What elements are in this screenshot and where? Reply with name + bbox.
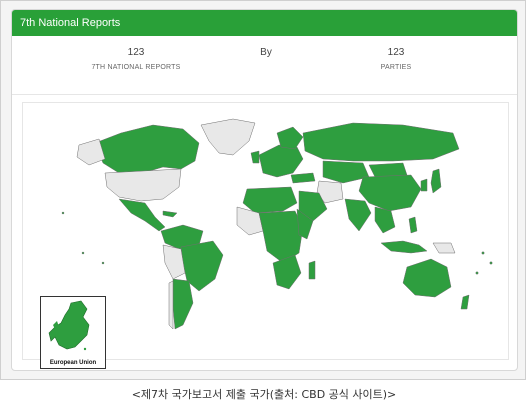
stat-by-value: By [260,47,272,58]
country-canada [94,124,200,174]
country-philippines [408,216,418,234]
country-se-asia [374,206,396,234]
country-mongolia [368,162,408,178]
country-caribbean [162,210,178,218]
country-uk [250,150,260,164]
country-japan [430,168,442,194]
stat-reports-label: 7TH NATIONAL REPORTS [91,64,181,71]
stat-parties-label: PARTIES [380,64,412,71]
country-usa [104,168,182,202]
stat-reports: 123 7TH NATIONAL REPORTS [66,46,206,74]
country-greenland [200,118,256,156]
country-central-africa [258,210,304,264]
country-madagascar [308,260,316,280]
country-europe [258,144,304,178]
figure-caption: <제7차 국가보고서 제출 국가(출처: CBD 공식 사이트)> [131,388,397,401]
country-india [344,198,372,232]
country-mexico [118,198,166,232]
stat-parties: 123 PARTIES [326,46,466,74]
country-russia [302,122,460,162]
country-new-zealand [460,294,470,310]
country-indonesia [380,240,428,254]
country-argentina [172,278,194,330]
reports-panel: 7th National Reports 123 7TH NATIONAL RE… [11,9,518,371]
stat-reports-value: 123 [127,47,145,58]
country-china [358,174,422,212]
screenshot-frame: 7th National Reports 123 7TH NATIONAL RE… [0,0,526,380]
stat-parties-value: 123 [387,47,405,58]
country-scandinavia [276,126,304,150]
country-chile [168,280,174,330]
panel-title: 7th National Reports [12,10,517,36]
country-southern-africa [272,254,302,290]
eu-inset-label: European Union [49,360,97,366]
eu-map-svg [48,300,90,351]
eu-inset[interactable]: European Union [40,296,106,369]
stat-by: By [196,46,336,62]
country-png [432,242,456,254]
stats-row: 123 7TH NATIONAL REPORTS By 123 PARTIES [12,36,517,95]
world-map[interactable]: European Union [22,102,509,369]
country-turkey [290,172,316,184]
country-north-africa [242,186,298,214]
country-korea [420,178,428,192]
country-australia [402,258,452,298]
